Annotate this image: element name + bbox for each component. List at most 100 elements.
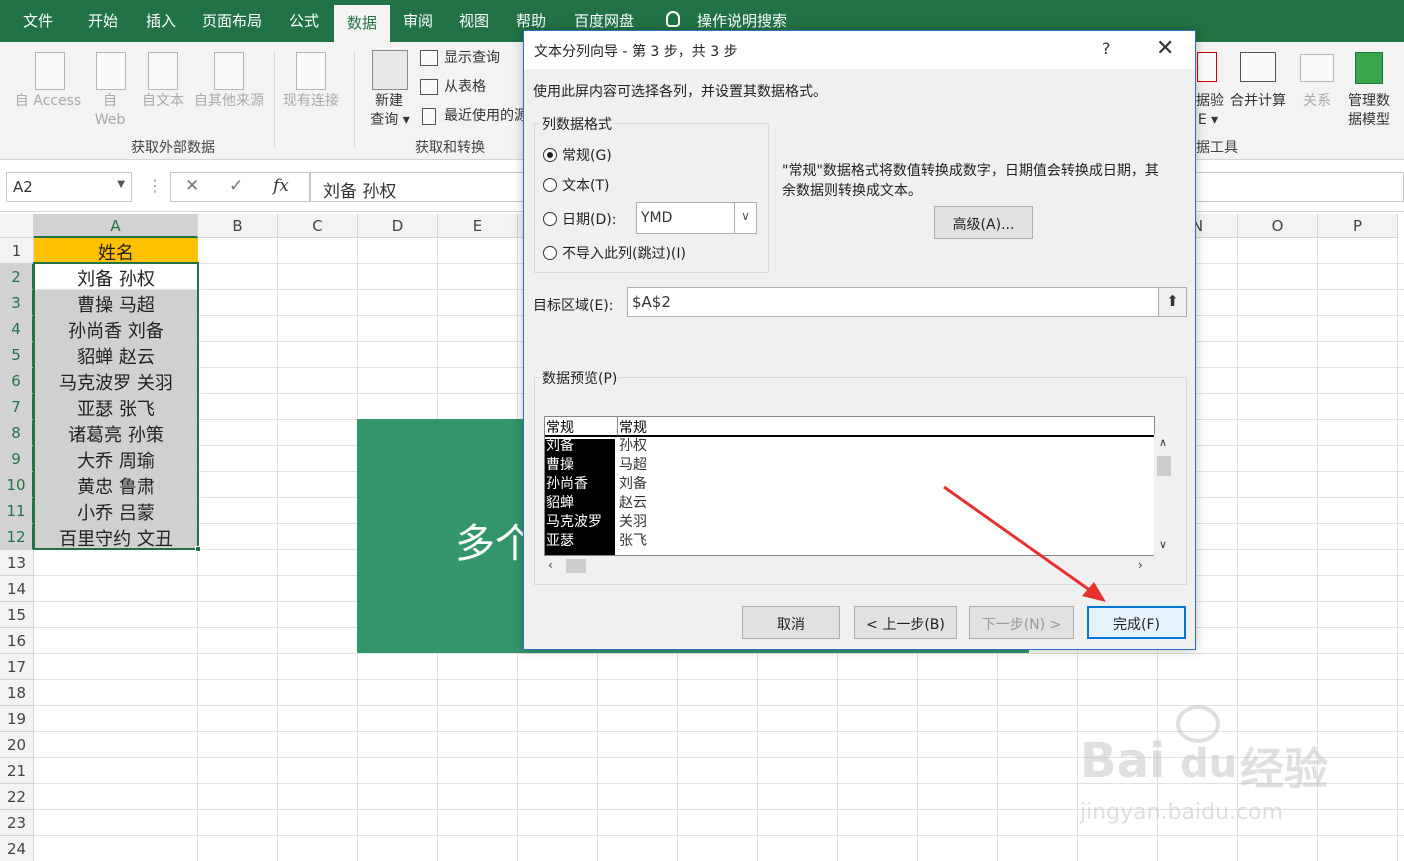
help-icon[interactable]: ? — [1102, 39, 1111, 58]
chevron-up-icon[interactable]: ∧ — [1159, 436, 1167, 449]
row-header[interactable]: 4 — [0, 316, 34, 342]
data-cell[interactable]: 黄忠 鲁肃 — [34, 472, 198, 498]
data-cell[interactable]: 诸葛亮 孙策 — [34, 420, 198, 446]
from-web-label-1[interactable]: 自 — [95, 92, 125, 111]
data-cell[interactable]: 小乔 吕蒙 — [34, 498, 198, 524]
preview-header-col1[interactable]: 常规 — [545, 417, 618, 437]
tab-help[interactable]: 帮助 — [516, 10, 546, 31]
row-header[interactable]: 23 — [0, 810, 34, 836]
tab-home[interactable]: 开始 — [88, 10, 118, 31]
column-header[interactable]: A — [34, 214, 198, 238]
data-cell[interactable]: 百里守约 文丑 — [34, 524, 198, 550]
data-validation-label-2[interactable]: E ▾ — [1196, 111, 1220, 130]
chevron-right-icon[interactable]: › — [1138, 558, 1143, 572]
row-header[interactable]: 20 — [0, 732, 34, 758]
row-header[interactable]: 10 — [0, 472, 34, 498]
from-web-label-2[interactable]: Web — [88, 111, 132, 130]
cancel-button[interactable]: 取消 — [742, 606, 840, 639]
row-header[interactable]: 24 — [0, 836, 34, 861]
consolidate-button[interactable]: 合并计算 — [1228, 92, 1288, 111]
column-header[interactable]: D — [358, 214, 438, 238]
radio-skip-column[interactable]: 不导入此列(跳过)(I) — [543, 243, 686, 263]
select-all-corner[interactable] — [0, 214, 34, 238]
row-header[interactable]: 9 — [0, 446, 34, 472]
data-validation-label-1[interactable]: 据验 — [1196, 92, 1224, 111]
row-header[interactable]: 8 — [0, 420, 34, 446]
row-header[interactable]: 2 — [0, 264, 34, 290]
column-header[interactable]: P — [1318, 214, 1398, 238]
tab-review[interactable]: 审阅 — [403, 10, 433, 31]
new-query-label-1[interactable]: 新建 — [366, 92, 412, 111]
row-header[interactable]: 15 — [0, 602, 34, 628]
data-cell[interactable]: 马克波罗 关羽 — [34, 368, 198, 394]
row-header[interactable]: 21 — [0, 758, 34, 784]
from-table-button[interactable]: 从表格 — [444, 78, 486, 97]
header-cell[interactable]: 姓名 — [34, 238, 198, 264]
row-header[interactable]: 18 — [0, 680, 34, 706]
row-header[interactable]: 19 — [0, 706, 34, 732]
manage-data-model-label-1[interactable]: 管理数 — [1342, 92, 1396, 111]
destination-input[interactable]: $A$2 — [627, 287, 1186, 317]
insert-function-button[interactable]: fx — [273, 176, 289, 196]
relationships-button[interactable]: 关系 — [1297, 92, 1337, 111]
advanced-button[interactable]: 高级(A)... — [934, 206, 1033, 239]
preview-header-col2[interactable]: 常规 — [618, 417, 1154, 437]
finish-button[interactable]: 完成(F) — [1087, 606, 1186, 639]
chevron-left-icon[interactable]: ‹ — [548, 558, 553, 572]
row-header[interactable]: 3 — [0, 290, 34, 316]
tab-page-layout[interactable]: 页面布局 — [202, 10, 262, 31]
preview-vertical-scrollbar[interactable]: ∧ ∨ — [1154, 434, 1174, 556]
tab-view[interactable]: 视图 — [459, 10, 489, 31]
data-cell[interactable]: 亚瑟 张飞 — [34, 394, 198, 420]
row-header[interactable]: 6 — [0, 368, 34, 394]
tab-insert[interactable]: 插入 — [146, 10, 176, 31]
chevron-down-icon[interactable]: ∨ — [1159, 538, 1167, 551]
data-preview-pane[interactable]: 常规 常规 刘备 曹操 孙尚香 貂蝉 马克波罗 亚瑟 孙权 马超 刘备 赵云 关羽 张飞 — [544, 416, 1155, 556]
row-header[interactable]: 22 — [0, 784, 34, 810]
row-header[interactable]: 5 — [0, 342, 34, 368]
radio-general[interactable]: 常规(G) — [543, 145, 612, 165]
new-query-label-2[interactable]: 查询 ▾ — [362, 111, 418, 130]
tab-formulas[interactable]: 公式 — [289, 10, 319, 31]
data-cell[interactable]: 孙尚香 刘备 — [34, 316, 198, 342]
row-header[interactable]: 7 — [0, 394, 34, 420]
tell-me-search[interactable]: 操作说明搜索 — [697, 10, 787, 31]
data-cell[interactable]: 刘备 孙权 — [34, 264, 198, 290]
column-header[interactable]: E — [438, 214, 518, 238]
enter-icon[interactable]: ✓ — [229, 176, 243, 196]
back-button[interactable]: < 上一步(B) — [854, 606, 957, 639]
next-button[interactable]: 下一步(N) > — [969, 606, 1074, 639]
row-header[interactable]: 12 — [0, 524, 34, 550]
cancel-icon[interactable]: ✕ — [185, 176, 199, 196]
data-cell[interactable]: 大乔 周瑜 — [34, 446, 198, 472]
recent-sources-button[interactable]: 最近使用的源 — [444, 107, 524, 126]
column-header[interactable]: C — [278, 214, 358, 238]
tab-file[interactable]: 文件 — [23, 10, 53, 31]
row-header[interactable]: 14 — [0, 576, 34, 602]
radio-text[interactable]: 文本(T) — [543, 175, 609, 195]
scroll-thumb[interactable] — [1157, 456, 1171, 476]
radio-date[interactable]: 日期(D): — [543, 209, 616, 229]
column-header[interactable]: B — [198, 214, 278, 238]
row-header[interactable]: 17 — [0, 654, 34, 680]
from-access-button[interactable]: 自 Access — [8, 92, 88, 111]
show-queries-button[interactable]: 显示查询 — [444, 49, 500, 68]
name-box[interactable]: A2 ▼ — [6, 172, 132, 202]
date-format-select[interactable]: YMD ∨ — [636, 202, 757, 234]
row-header[interactable]: 13 — [0, 550, 34, 576]
tab-baidu-netdisk[interactable]: 百度网盘 — [574, 10, 634, 31]
tab-data[interactable]: 数据 — [334, 5, 391, 42]
row-header[interactable]: 11 — [0, 498, 34, 524]
column-header[interactable]: O — [1238, 214, 1318, 238]
data-cell[interactable]: 曹操 马超 — [34, 290, 198, 316]
scroll-thumb[interactable] — [566, 559, 586, 573]
from-other-sources-button[interactable]: 自其他来源 — [188, 92, 270, 111]
collapse-dialog-icon[interactable]: ⬆ — [1158, 287, 1187, 317]
existing-connections-button[interactable]: 现有连接 — [278, 92, 344, 111]
close-icon[interactable]: ✕ — [1156, 36, 1174, 61]
from-text-button[interactable]: 自文本 — [136, 92, 190, 111]
preview-horizontal-scrollbar[interactable]: ‹ › — [544, 556, 1155, 576]
manage-data-model-label-2[interactable]: 据模型 — [1342, 111, 1396, 130]
row-header[interactable]: 1 — [0, 238, 34, 264]
data-cell[interactable]: 貂蝉 赵云 — [34, 342, 198, 368]
